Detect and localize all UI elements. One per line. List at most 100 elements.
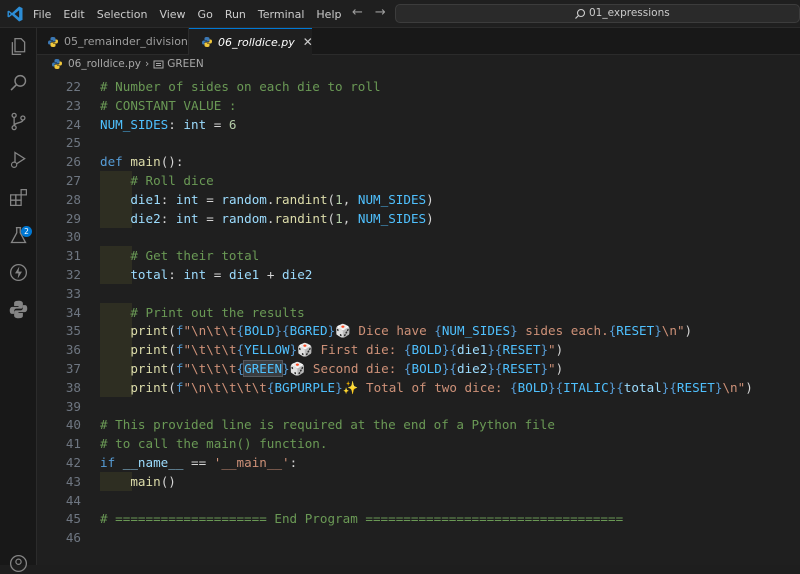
code-text: total: int = die1 + die2 [100, 265, 312, 284]
python-file-icon [48, 36, 58, 47]
code-line[interactable]: 33 [37, 284, 800, 303]
breadcrumb-file[interactable]: 06_rolldice.py [68, 58, 141, 70]
line-number: 36 [65, 342, 81, 358]
code-line[interactable]: 24 NUM_SIDES: int = 6 [37, 115, 800, 134]
testing-flask-icon[interactable] [8, 225, 29, 246]
menu-selection[interactable]: Selection [97, 8, 148, 21]
code-line[interactable]: 23 # CONSTANT VALUE : [37, 96, 800, 115]
code-text: # Roll dice [100, 171, 213, 190]
search-icon[interactable] [8, 73, 29, 94]
run-debug-icon[interactable] [8, 149, 29, 170]
code-line[interactable]: 44 [37, 491, 800, 510]
code-token: int [175, 210, 199, 226]
menu-terminal[interactable]: Terminal [258, 8, 305, 21]
code-line[interactable]: 41 # to call the main() function. [37, 434, 800, 453]
tab-rolldice[interactable]: 06_rolldice.py ✕ [189, 28, 313, 55]
tab-remainder-division[interactable]: 05_remainder_division.py [37, 28, 205, 55]
search-icon [575, 8, 586, 19]
code-line[interactable]: 27 # Roll dice [37, 171, 800, 190]
code-text: if __name__ == '__main__': [100, 453, 297, 472]
code-token: die2 [457, 361, 488, 376]
code-token: total [130, 267, 169, 282]
line-number: 31 [65, 248, 81, 264]
code-token: : [168, 116, 184, 132]
code-line[interactable]: 35 print(f"\n\t\t{BOLD}{BGRED}🎲 Dice hav… [37, 321, 800, 341]
line-number: 30 [65, 229, 81, 245]
close-icon[interactable]: ✕ [303, 35, 313, 49]
code-token: (): [160, 154, 184, 170]
code-token: ( [327, 210, 336, 226]
code-line[interactable]: 43 main() [37, 471, 800, 491]
breadcrumb-symbol[interactable]: GREEN [167, 58, 204, 70]
code-line[interactable]: 25 [37, 133, 800, 152]
code-token: }{ [608, 379, 624, 395]
extensions-icon[interactable] [8, 187, 29, 208]
line-number: 29 [65, 210, 81, 226]
code-token: BGPURPLE [274, 379, 336, 395]
account-icon[interactable] [8, 553, 29, 574]
code-token: } [282, 361, 290, 376]
code-token: int [183, 116, 207, 132]
line-number: 38 [65, 379, 81, 395]
code-text: def main(): [100, 152, 183, 171]
code-token: { [236, 342, 245, 358]
menu-help[interactable]: Help [316, 8, 341, 21]
source-control-icon[interactable] [8, 111, 29, 132]
code-token: print [130, 342, 169, 358]
line-number: 35 [65, 323, 81, 339]
menu-go[interactable]: Go [198, 8, 213, 21]
code-token: 1 [335, 191, 343, 207]
line-number: 41 [65, 436, 81, 452]
code-token: die2 [130, 210, 161, 226]
code-token: RESET [502, 342, 541, 358]
code-token: randint [274, 191, 328, 207]
code-line[interactable]: 45 # ==================== End Program ===… [37, 509, 800, 528]
code-token: # This provided line is required at the … [100, 417, 555, 433]
code-token: ( [168, 323, 176, 339]
code-line[interactable]: 42 if __name__ == '__main__': [37, 453, 800, 472]
code-line[interactable]: 32 total: int = die1 + die2 [37, 265, 800, 284]
command-center-search[interactable]: 01_expressions [395, 4, 800, 23]
menu-view[interactable]: View [159, 8, 185, 21]
code-line[interactable]: 22 # Number of sides on each die to roll [37, 77, 800, 96]
code-token: BGRED [289, 323, 328, 339]
code-line[interactable]: 34 # Print out the results [37, 302, 800, 322]
code-editor[interactable]: 22 # Number of sides on each die to roll 2… [37, 73, 800, 565]
editor-tab-bar: 05_remainder_division.py 06_rolldice.py … [37, 28, 800, 55]
code-line[interactable]: 31 # Get their total [37, 246, 800, 266]
line-number: 23 [65, 97, 81, 113]
code-token: int [175, 191, 199, 207]
back-arrow-icon[interactable]: ← [352, 5, 363, 20]
code-token: , [342, 210, 358, 226]
code-token: , [342, 191, 358, 207]
code-token: \n" [661, 323, 685, 339]
code-token: = [206, 267, 229, 282]
code-line[interactable]: 36 print(f"\t\t\t{YELLOW}🎲 First die: {B… [37, 340, 800, 360]
code-token: }{ [441, 342, 457, 358]
code-token: 🎲 Dice have [335, 323, 435, 339]
navigation-arrows: ← → [352, 5, 386, 20]
menu-file[interactable]: File [33, 8, 51, 21]
code-token: main [130, 154, 161, 170]
code-line[interactable]: 29 die2: int = random.randint(1, NUM_SID… [37, 208, 800, 228]
menu-run[interactable]: Run [225, 8, 246, 21]
line-number: 40 [65, 417, 81, 433]
code-line[interactable]: 40 # This provided line is required at th… [37, 415, 800, 434]
code-line[interactable]: 28 die1: int = random.randint(1, NUM_SID… [37, 189, 800, 209]
code-line[interactable]: 38 print(f"\n\t\t\t\t{BGPURPLE}✨ Total o… [37, 377, 800, 397]
code-token: # to call the main() function. [100, 436, 328, 452]
code-line[interactable]: 39 [37, 397, 800, 416]
lightning-icon[interactable] [8, 262, 29, 283]
python-icon[interactable] [8, 299, 29, 320]
code-line[interactable]: 46 [37, 528, 800, 547]
code-token: : [160, 191, 176, 207]
code-token: ITALIC [563, 379, 609, 395]
menu-edit[interactable]: Edit [63, 8, 84, 21]
code-line[interactable]: 26 def main(): [37, 152, 800, 171]
forward-arrow-icon[interactable]: → [375, 5, 386, 20]
explorer-icon[interactable] [8, 36, 29, 57]
code-line[interactable]: 30 [37, 227, 800, 246]
code-line[interactable]: 37 print(f"\t\t\t{GREEN}🎲 Second die: {B… [37, 359, 800, 378]
